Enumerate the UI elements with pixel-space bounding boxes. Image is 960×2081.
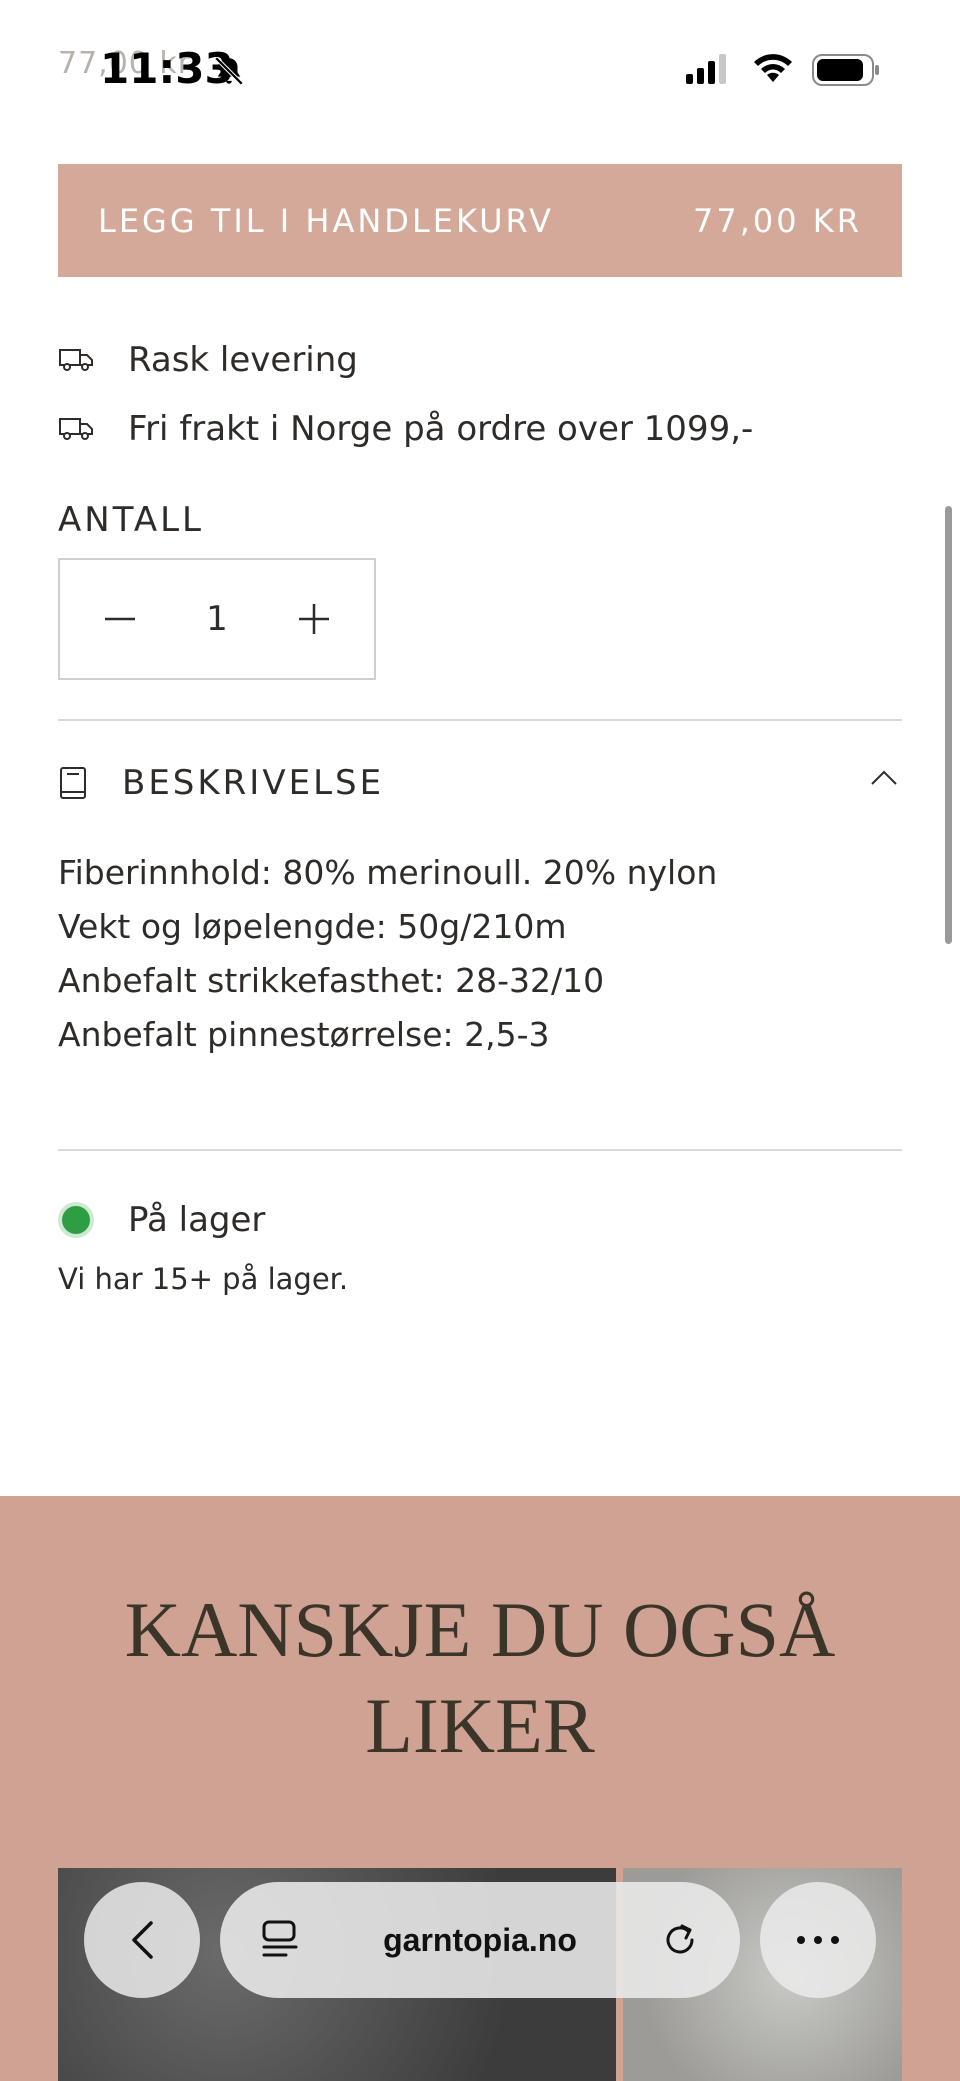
in-stock-dot-icon [58, 1202, 94, 1238]
status-bar: 77,00 kr 11:33 [0, 0, 960, 140]
feature-text: Fri frakt i Norge på ordre over 1099,- [128, 409, 754, 449]
feature-text: Rask levering [128, 340, 358, 380]
truck-icon [59, 349, 93, 371]
chevron-left-icon [132, 1921, 153, 1959]
stock-status: På lager [58, 1200, 265, 1240]
description-line: Fiberinnhold: 80% merinoull. 20% nylon [58, 853, 718, 892]
description-body: Fiberinnhold: 80% merinoull. 20% nylon V… [58, 846, 717, 1062]
browser-back-button[interactable] [84, 1882, 200, 1998]
reload-icon[interactable] [660, 1920, 700, 1960]
stock-note: Vi har 15+ på lager. [58, 1262, 349, 1296]
decrease-quantity-button[interactable] [100, 599, 140, 639]
recommendations-title-line2: LIKER [365, 1682, 595, 1769]
add-to-cart-label: LEGG TIL I HANDLEKURV [98, 201, 554, 240]
url-text: garntopia.no [383, 1921, 577, 1958]
feature-fast-delivery: Rask levering [58, 340, 358, 380]
cellular-signal-icon [686, 54, 730, 88]
divider [58, 719, 902, 721]
wifi-icon [752, 52, 794, 88]
book-icon [60, 767, 86, 799]
description-line: Anbefalt pinnestørrelse: 2,5-3 [58, 1015, 550, 1054]
stock-status-text: På lager [128, 1200, 266, 1240]
ellipsis-icon [797, 1936, 839, 1944]
divider [58, 1149, 902, 1151]
plus-icon [298, 604, 329, 634]
scrollbar[interactable] [945, 506, 952, 944]
add-to-cart-button[interactable]: LEGG TIL I HANDLEKURV 77,00 KR [58, 164, 902, 277]
quantity-input[interactable]: 1 [206, 599, 228, 639]
add-to-cart-price: 77,00 KR [693, 201, 862, 240]
description-line: Vekt og løpelengde: 50g/210m [58, 907, 567, 946]
browser-more-button[interactable] [760, 1882, 876, 1998]
recommendations-title-line1: KANSKJE DU OGSÅ [124, 1586, 836, 1673]
description-title: BESKRIVELSE [122, 763, 385, 803]
quantity-label: ANTALL [58, 500, 204, 540]
truck-icon [59, 418, 93, 440]
increase-quantity-button[interactable] [294, 599, 334, 639]
quantity-stepper: 1 [58, 558, 376, 680]
tab-overview-icon [262, 1920, 298, 1957]
description-accordion-toggle[interactable]: BESKRIVELSE [58, 755, 902, 811]
battery-icon [812, 54, 880, 90]
silent-bell-icon [212, 54, 246, 92]
feature-free-shipping: Fri frakt i Norge på ordre over 1099,- [58, 409, 753, 449]
address-bar[interactable]: garntopia.no [220, 1882, 740, 1998]
chevron-up-icon [871, 770, 897, 785]
minus-icon [105, 617, 135, 621]
description-line: Anbefalt strikkefasthet: 28-32/10 [58, 961, 605, 1000]
recommendations-title: KANSKJE DU OGSÅ LIKER [0, 1582, 960, 1774]
